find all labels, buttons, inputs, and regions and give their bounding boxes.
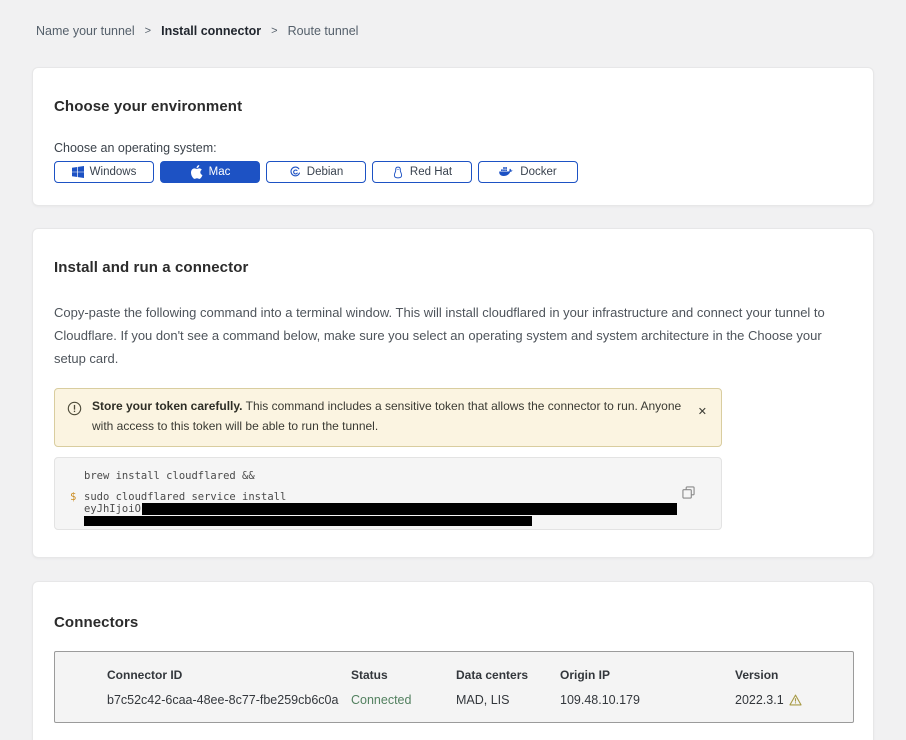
connectors-card-title: Connectors bbox=[54, 614, 852, 631]
connectors-table-header: Connector ID Status Data centers Origin … bbox=[107, 668, 853, 682]
install-card-title: Install and run a connector bbox=[54, 259, 852, 276]
connector-id-value: b7c52c42-6caa-48ee-8c77-fbe259cb6c0a bbox=[107, 693, 351, 707]
docker-whale-icon bbox=[499, 166, 514, 178]
breadcrumb-separator: > bbox=[145, 25, 151, 37]
col-version: Version bbox=[735, 668, 853, 682]
os-button-label: Docker bbox=[520, 166, 556, 178]
tunnel-setup-page: Name your tunnel > Install connector > R… bbox=[0, 0, 906, 740]
os-button-redhat[interactable]: Red Hat bbox=[372, 161, 472, 183]
os-button-label: Windows bbox=[90, 166, 137, 178]
code-line-1: brew install cloudflared && bbox=[84, 471, 255, 482]
warning-message: Store your token carefully. This command… bbox=[92, 397, 686, 437]
environment-card-title: Choose your environment bbox=[54, 98, 852, 115]
debian-swirl-icon bbox=[289, 166, 301, 178]
os-button-group: Windows Mac Debian bbox=[54, 161, 852, 183]
apple-logo-icon bbox=[190, 165, 203, 179]
redacted-token-bar bbox=[142, 503, 677, 515]
close-icon[interactable]: ✕ bbox=[696, 405, 709, 418]
os-button-mac[interactable]: Mac bbox=[160, 161, 260, 183]
token-warning-banner: Store your token carefully. This command… bbox=[54, 388, 722, 447]
warning-triangle-icon bbox=[789, 694, 802, 706]
shell-prompt: $ bbox=[70, 492, 84, 503]
col-connector-id: Connector ID bbox=[107, 668, 351, 682]
os-button-debian[interactable]: Debian bbox=[266, 161, 366, 183]
data-centers-value: MAD, LIS bbox=[456, 693, 560, 707]
choose-environment-card: Choose your environment Choose an operat… bbox=[32, 67, 874, 206]
step-install-connector[interactable]: Install connector bbox=[161, 24, 261, 38]
os-select-label: Choose an operating system: bbox=[54, 141, 852, 155]
origin-ip-value: 109.48.10.179 bbox=[560, 693, 735, 707]
code-token-prefix: eyJhIjoiO bbox=[84, 504, 141, 515]
col-status: Status bbox=[351, 668, 456, 682]
breadcrumb: Name your tunnel > Install connector > R… bbox=[0, 0, 906, 38]
copy-icon[interactable] bbox=[680, 484, 697, 504]
os-button-label: Red Hat bbox=[410, 166, 452, 178]
install-command-codeblock: brew install cloudflared && $ sudo cloud… bbox=[54, 457, 722, 530]
col-origin-ip: Origin IP bbox=[560, 668, 735, 682]
redacted-token-bar bbox=[84, 516, 532, 526]
step-name-your-tunnel[interactable]: Name your tunnel bbox=[36, 24, 135, 38]
code-line-2: sudo cloudflared service install bbox=[84, 492, 286, 503]
os-button-docker[interactable]: Docker bbox=[478, 161, 578, 183]
alert-circle-icon bbox=[67, 401, 82, 421]
os-button-label: Mac bbox=[209, 166, 231, 178]
os-button-windows[interactable]: Windows bbox=[54, 161, 154, 183]
version-value: 2022.3.1 bbox=[735, 693, 784, 707]
windows-logo-icon bbox=[72, 166, 84, 178]
install-description: Copy-paste the following command into a … bbox=[54, 302, 852, 370]
os-button-label: Debian bbox=[307, 166, 343, 178]
connectors-card: Connectors Connector ID Status Data cent… bbox=[32, 581, 874, 740]
status-badge: Connected bbox=[351, 693, 456, 707]
redhat-penguin-icon bbox=[392, 166, 404, 179]
connectors-table: Connector ID Status Data centers Origin … bbox=[54, 651, 854, 723]
warning-message-bold: Store your token carefully. bbox=[92, 399, 243, 413]
step-route-tunnel[interactable]: Route tunnel bbox=[288, 24, 359, 38]
col-data-centers: Data centers bbox=[456, 668, 560, 682]
table-row: b7c52c42-6caa-48ee-8c77-fbe259cb6c0a Con… bbox=[107, 693, 853, 707]
breadcrumb-separator: > bbox=[271, 25, 277, 37]
install-connector-card: Install and run a connector Copy-paste t… bbox=[32, 228, 874, 558]
